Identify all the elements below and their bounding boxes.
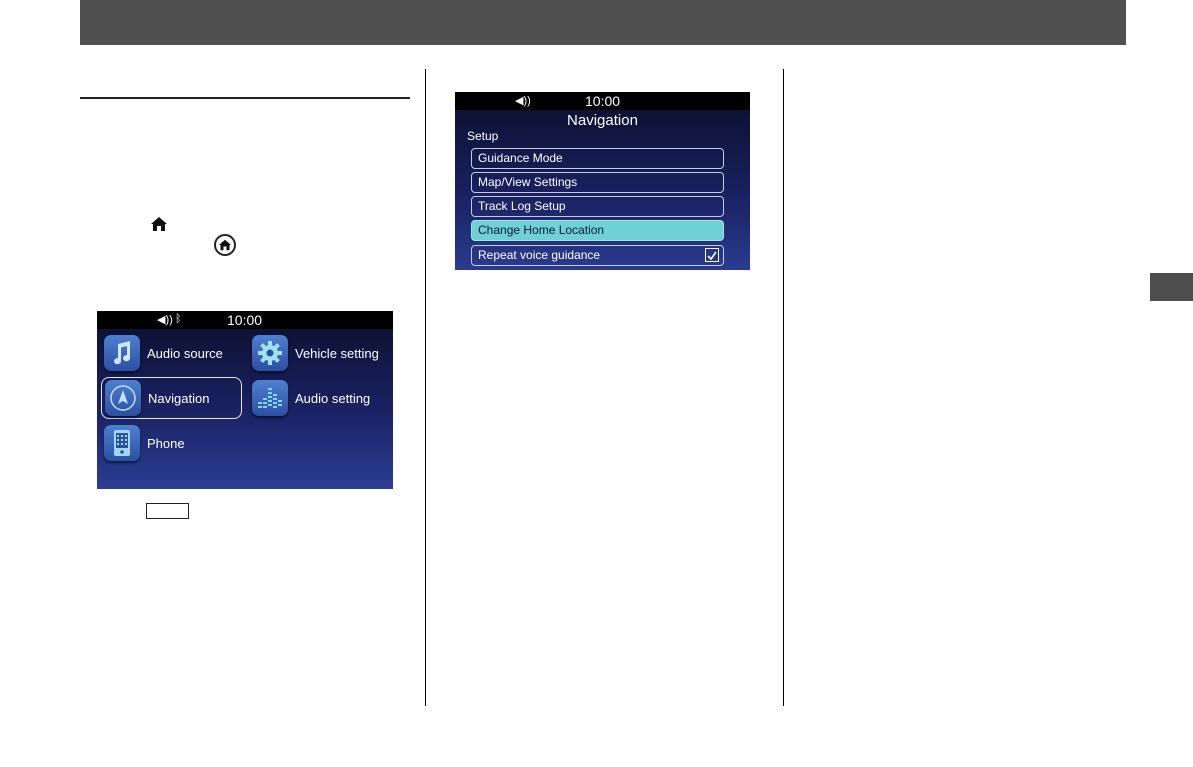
menu-label: Audio source [147, 345, 223, 361]
equalizer-icon [252, 380, 288, 416]
menu-label: Phone [147, 435, 185, 451]
map-view-settings-row[interactable]: Map/View Settings [471, 172, 724, 193]
menu-label: Audio setting [295, 390, 371, 406]
chapter-tab [1150, 273, 1193, 301]
section-label: Setup [467, 129, 499, 143]
row-label: Change Home Location [478, 223, 605, 237]
status-bar: ◀)) ᛒ 10:00 [97, 311, 393, 329]
checkmark-icon [707, 251, 717, 261]
speaker-icon: ◀)) [157, 314, 173, 326]
repeat-voice-guidance-checkbox[interactable] [705, 248, 719, 262]
menu-item-phone[interactable]: Phone [104, 422, 244, 464]
music-note-icon [104, 335, 140, 371]
change-home-location-row[interactable]: Change Home Location [471, 220, 724, 241]
home-key-box [146, 503, 189, 519]
column-divider-left [425, 69, 426, 706]
status-time: 10:00 [585, 93, 621, 109]
row-label: Map/View Settings [478, 175, 578, 189]
home-button-icon [214, 234, 236, 256]
menu-item-audio-source[interactable]: Audio source [104, 332, 244, 374]
repeat-voice-guidance-row[interactable]: Repeat voice guidance [471, 245, 724, 266]
row-label: Repeat voice guidance [478, 248, 601, 262]
home-icon [150, 216, 168, 237]
section-rule [80, 97, 410, 99]
page-header-bar [80, 0, 1126, 45]
column-divider-right [783, 69, 784, 706]
menu-label: Navigation [148, 390, 210, 406]
guidance-mode-row[interactable]: Guidance Mode [471, 148, 724, 169]
home-menu-screen: ◀)) ᛒ 10:00 Audio source Vehicle setting [97, 311, 393, 489]
gear-icon [252, 335, 288, 371]
screen-title: Navigation [567, 112, 638, 129]
menu-label: Vehicle setting [295, 345, 379, 361]
status-bar: ◀)) 10:00 [455, 92, 750, 110]
track-log-setup-row[interactable]: Track Log Setup [471, 196, 724, 217]
phone-icon [104, 425, 140, 461]
speaker-icon: ◀)) [515, 95, 531, 107]
menu-item-vehicle-setting[interactable]: Vehicle setting [252, 332, 392, 374]
menu-item-navigation[interactable]: Navigation [101, 377, 242, 419]
row-label: Guidance Mode [478, 151, 563, 165]
bluetooth-icon: ᛒ [175, 313, 182, 325]
menu-item-audio-setting[interactable]: Audio setting [252, 377, 392, 419]
row-label: Track Log Setup [478, 199, 566, 213]
status-time: 10:00 [227, 312, 263, 328]
navigation-arrow-icon [105, 380, 141, 416]
navigation-setup-screen: ◀)) 10:00 Navigation Setup Guidance Mode… [455, 92, 750, 270]
